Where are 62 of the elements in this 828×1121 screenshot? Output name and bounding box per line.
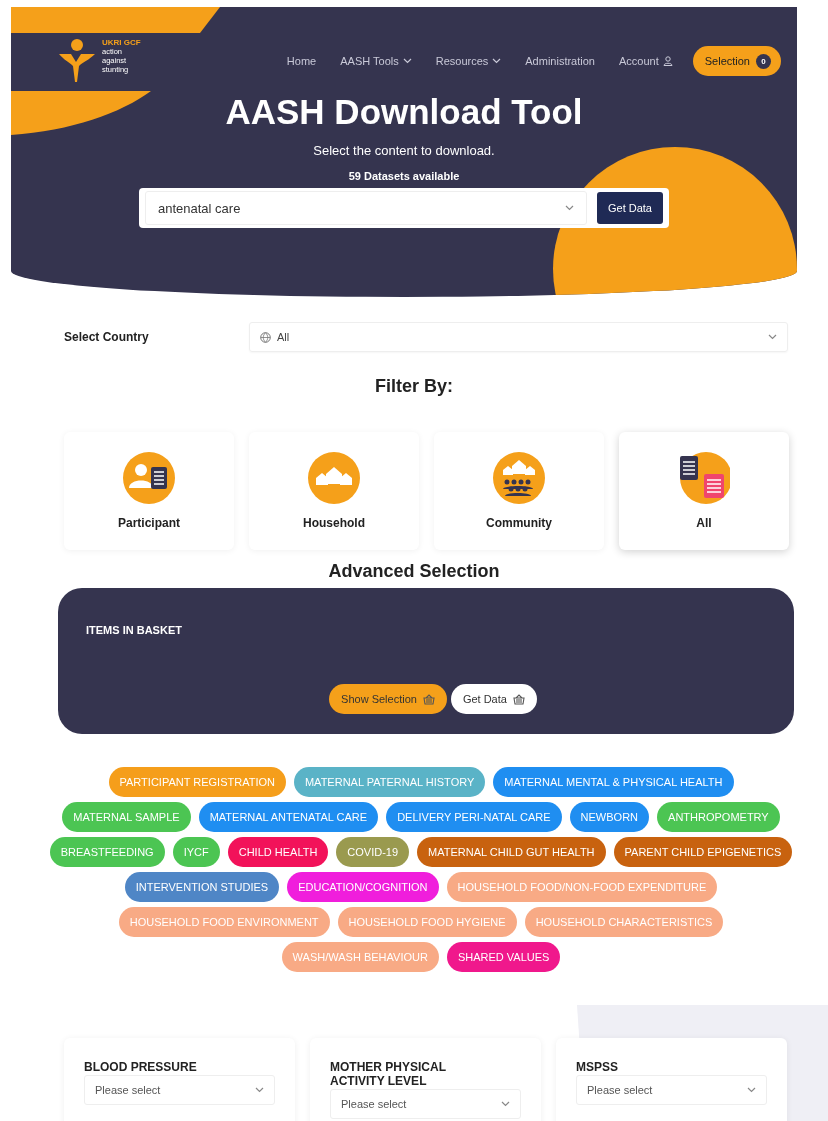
filter-card[interactable]: All	[619, 432, 789, 550]
chevron-down-icon	[768, 334, 777, 340]
search-dropdown[interactable]: antenatal care	[145, 191, 587, 225]
category-tag[interactable]: MATERNAL CHILD GUT HEALTH	[417, 837, 606, 867]
section-title: Advanced Selection	[327, 560, 501, 582]
nav-link[interactable]: Account	[619, 55, 673, 67]
chevron-down-icon	[501, 1101, 510, 1107]
show-selection-button[interactable]: Show Selection	[329, 684, 447, 714]
category-tag[interactable]: DELIVERY PERI-NATAL CARE	[386, 802, 562, 832]
chevron-down-icon	[492, 58, 502, 64]
basket-icon	[422, 693, 435, 705]
category-tag[interactable]: PARTICIPANT REGISTRATION	[108, 767, 286, 797]
page-subtitle: Select the content to download.	[313, 143, 495, 158]
chevron-down-icon	[564, 205, 574, 211]
dataset-count: 59 Datasets available	[348, 170, 460, 182]
section-title: Filter By:	[374, 376, 454, 397]
filter-card[interactable]: Participant	[64, 432, 234, 550]
logo-icon	[58, 38, 96, 84]
select-dropdown[interactable]: Please select	[576, 1075, 767, 1105]
country-dropdown[interactable]: All	[249, 322, 788, 352]
category-tag[interactable]: MATERNAL ANTENATAL CARE	[198, 802, 379, 832]
chevron-down-icon	[402, 58, 412, 64]
category-tag[interactable]: CHILD HEALTH	[227, 837, 329, 867]
household-icon	[308, 452, 360, 504]
category-tag[interactable]: INTERVENTION STUDIES	[124, 872, 280, 902]
count-badge: 0	[756, 53, 771, 69]
user-icon	[662, 56, 673, 66]
category-tag[interactable]: ANTHROPOMETRY	[657, 802, 780, 832]
category-tag[interactable]: EDUCATION/COGNITION	[287, 872, 439, 902]
chevron-down-icon	[255, 1087, 264, 1093]
field-label: BLOOD PRESSURE	[84, 1060, 198, 1074]
category-tag[interactable]: IYCF	[172, 837, 220, 867]
category-tag[interactable]: NEWBORN	[569, 802, 650, 832]
community-icon	[493, 452, 545, 504]
filter-card[interactable]: Community	[434, 432, 604, 550]
category-tag[interactable]: COVID-19	[336, 837, 410, 867]
logo-title: UKRI GCF	[102, 38, 141, 47]
category-tag[interactable]: SHARED VALUES	[446, 942, 561, 972]
page-title: AASH Download Tool	[225, 91, 583, 133]
category-tag[interactable]: MATERNAL PATERNAL HISTORY	[293, 767, 486, 797]
select-dropdown[interactable]: Please select	[330, 1089, 521, 1119]
category-tag[interactable]: MATERNAL MENTAL & PHYSICAL HEALTH	[493, 767, 734, 797]
select-dropdown[interactable]: Please select	[84, 1075, 275, 1105]
category-tag[interactable]: BREASTFEEDING	[49, 837, 165, 867]
nav-dropdown[interactable]: AASH Tools	[340, 55, 412, 67]
get-data-button[interactable]: Get Data	[596, 192, 663, 224]
participant-icon	[123, 452, 175, 504]
globe-icon	[260, 331, 271, 343]
nav-link[interactable]: Home	[286, 55, 317, 67]
basket-icon	[512, 693, 525, 705]
get-data-button[interactable]: Get Data	[450, 684, 537, 714]
category-tag[interactable]: MATERNAL SAMPLE	[62, 802, 191, 832]
country-label: Select Country	[64, 330, 150, 344]
field-label: MSPSS	[576, 1060, 619, 1074]
chevron-down-icon	[747, 1087, 756, 1093]
nav-link[interactable]: Administration	[525, 55, 595, 67]
filter-card[interactable]: Household	[249, 432, 419, 550]
field-label: MOTHER PHYSICAL ACTIVITY LEVEL	[330, 1060, 447, 1088]
nav-dropdown[interactable]: Resources	[435, 55, 502, 67]
category-tag[interactable]: PARENT CHILD EPIGENETICS	[613, 837, 793, 867]
basket-title: ITEMS IN BASKET	[86, 624, 182, 636]
selection-button[interactable]: Selection 0	[692, 46, 781, 76]
